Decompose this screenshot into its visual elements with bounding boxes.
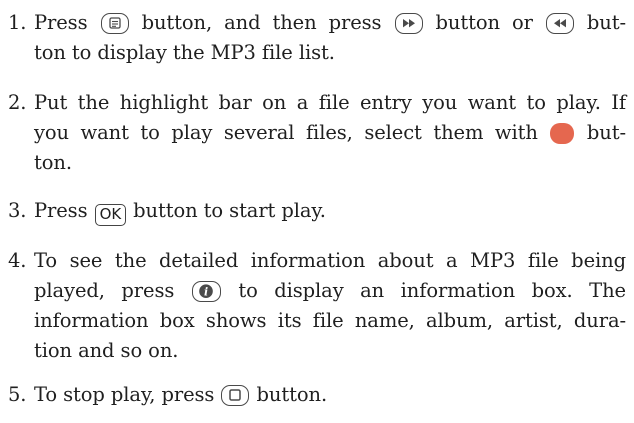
step-number: 3. <box>8 199 27 222</box>
step-text: but- <box>586 121 626 144</box>
rewind-button-icon <box>545 13 574 34</box>
step-1: 1. Press button, and then press button o… <box>4 8 626 68</box>
step-text: you want to play several files, select t… <box>34 121 538 144</box>
step-2: 2. Put the highlight bar on a file entry… <box>4 88 626 178</box>
step-text: button or <box>435 11 533 34</box>
step-number: 4. <box>8 249 27 272</box>
menu-button-icon <box>100 13 129 34</box>
step-text: to display an information box. The <box>238 279 626 302</box>
step-text: Press <box>34 11 88 34</box>
step-text: Put the highlight bar on a file entry yo… <box>34 91 626 114</box>
step-text: information box shows its file name, alb… <box>34 309 626 332</box>
step-text: played, press <box>34 279 175 302</box>
instruction-list: 1. Press button, and then press button o… <box>0 0 634 423</box>
step-text: To see the detailed information about a … <box>34 249 626 272</box>
stop-button-icon <box>221 385 250 406</box>
step-text: button. <box>256 383 328 406</box>
step-text: ton. <box>34 151 72 174</box>
step-text: button, and then press <box>141 11 382 34</box>
step-4: 4. To see the detailed information about… <box>4 246 626 366</box>
step-number: 2. <box>8 91 27 114</box>
ok-button-icon: OK <box>94 204 127 226</box>
step-text: tion and so on. <box>34 339 179 362</box>
step-text: Press <box>34 199 88 222</box>
step-number: 5. <box>8 383 27 406</box>
step-number: 1. <box>8 11 27 34</box>
step-text: but- <box>586 11 626 34</box>
red-button-icon <box>550 123 575 144</box>
fast-forward-button-icon <box>394 13 423 34</box>
info-button-icon: i <box>191 281 221 302</box>
step-text: button to start play. <box>133 199 326 222</box>
step-5: 5. To stop play, press button. <box>4 380 626 410</box>
step-text: ton to display the MP3 file list. <box>34 41 335 64</box>
svg-text:i: i <box>204 285 208 298</box>
step-text: To stop play, press <box>34 383 215 406</box>
step-3: 3. Press OK button to start play. <box>4 196 626 226</box>
